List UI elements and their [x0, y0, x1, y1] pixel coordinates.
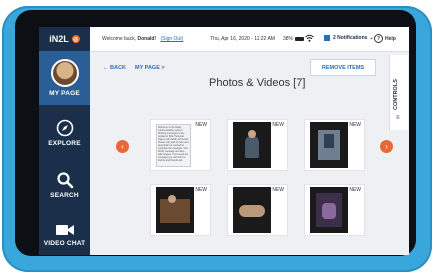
new-badge: NEW [195, 122, 207, 128]
media-tile[interactable]: NEW [227, 119, 288, 171]
arrow-left-icon: ← [103, 65, 109, 71]
photo-thumbnail [156, 187, 194, 233]
breadcrumb[interactable]: MY PAGE > [135, 65, 165, 71]
brand-logo[interactable]: iN2L ◎ [39, 27, 90, 51]
sidebar-item-label: VIDEO CHAT [43, 240, 86, 247]
notifications-label: 2 Notifications [333, 35, 368, 41]
sidebar-item-my-page[interactable]: MY PAGE [39, 51, 90, 105]
wifi-icon [305, 34, 314, 44]
menu-icon: ≡ [396, 115, 400, 121]
message-thumbnail: Welcome to the Daisy communication syste… [156, 124, 191, 167]
help-label: Help [385, 35, 396, 42]
brand-mark-icon: ◎ [71, 35, 80, 43]
photo-thumbnail [233, 122, 271, 168]
back-label: BACK [110, 65, 126, 71]
back-button[interactable]: ← BACK [103, 65, 126, 71]
notification-icon [324, 35, 330, 41]
new-badge: NEW [349, 122, 361, 128]
welcome-prefix: Welcome back, [102, 36, 137, 42]
controls-panel-toggle[interactable]: CONTROLS ≡ [389, 55, 408, 130]
avatar [50, 59, 79, 87]
photo-thumbnail [310, 122, 348, 168]
new-badge: NEW [272, 122, 284, 128]
brand-text: iN2L [49, 34, 69, 44]
chevron-right-icon: › [385, 142, 388, 151]
media-tile[interactable]: NEW [150, 184, 211, 236]
battery-status: 38% [283, 36, 305, 42]
sidebar-item-label: EXPLORE [48, 140, 81, 147]
sidebar-item-label: MY PAGE [49, 90, 80, 97]
new-badge: NEW [349, 187, 361, 193]
next-page-button[interactable]: › [380, 140, 393, 153]
compass-icon [56, 119, 73, 137]
media-tile[interactable]: NEW [304, 119, 365, 171]
chevron-left-icon: ‹ [121, 142, 124, 151]
previous-page-button[interactable]: ‹ [116, 140, 129, 153]
photo-thumbnail [233, 187, 271, 233]
welcome-text: Welcome back, Donald! (Sign Out) [102, 36, 183, 42]
battery-icon [295, 37, 305, 41]
photo-thumbnail [310, 187, 348, 233]
screen: iN2L ◎ MY PAGE EXPLORE SEARCH VIDEO CHAT… [39, 27, 409, 255]
sidebar-item-label: SEARCH [50, 192, 79, 199]
controls-label: CONTROLS [393, 79, 399, 110]
media-tile[interactable]: NEW [227, 184, 288, 236]
sidebar-item-search[interactable]: SEARCH [39, 161, 90, 209]
sidebar: iN2L ◎ MY PAGE EXPLORE SEARCH VIDEO CHAT [39, 27, 90, 255]
sign-out-link[interactable]: (Sign Out) [160, 36, 183, 42]
help-button[interactable]: ? Help [374, 34, 396, 43]
notifications-button[interactable]: 2 Notifications ⌄ [324, 35, 374, 41]
top-bar: Welcome back, Donald! (Sign Out) Thu, Ap… [90, 27, 409, 52]
media-tile[interactable]: Welcome to the Daisy communication syste… [150, 119, 211, 171]
media-tile[interactable]: NEW [304, 184, 365, 236]
user-name: Donald! [137, 36, 157, 42]
new-badge: NEW [195, 187, 207, 193]
sidebar-item-video-chat[interactable]: VIDEO CHAT [39, 211, 90, 255]
remove-items-button[interactable]: REMOVE ITEMS [310, 59, 376, 76]
datetime: Thu, Apr 16, 2020 - 11:22 AM [210, 36, 275, 42]
battery-percent: 38% [283, 36, 294, 42]
video-camera-icon [55, 225, 74, 235]
page-title: Photos & Videos [7] [209, 77, 306, 89]
search-icon [56, 172, 73, 189]
help-icon: ? [374, 34, 383, 43]
sidebar-item-explore[interactable]: EXPLORE [39, 109, 90, 157]
new-badge: NEW [272, 187, 284, 193]
